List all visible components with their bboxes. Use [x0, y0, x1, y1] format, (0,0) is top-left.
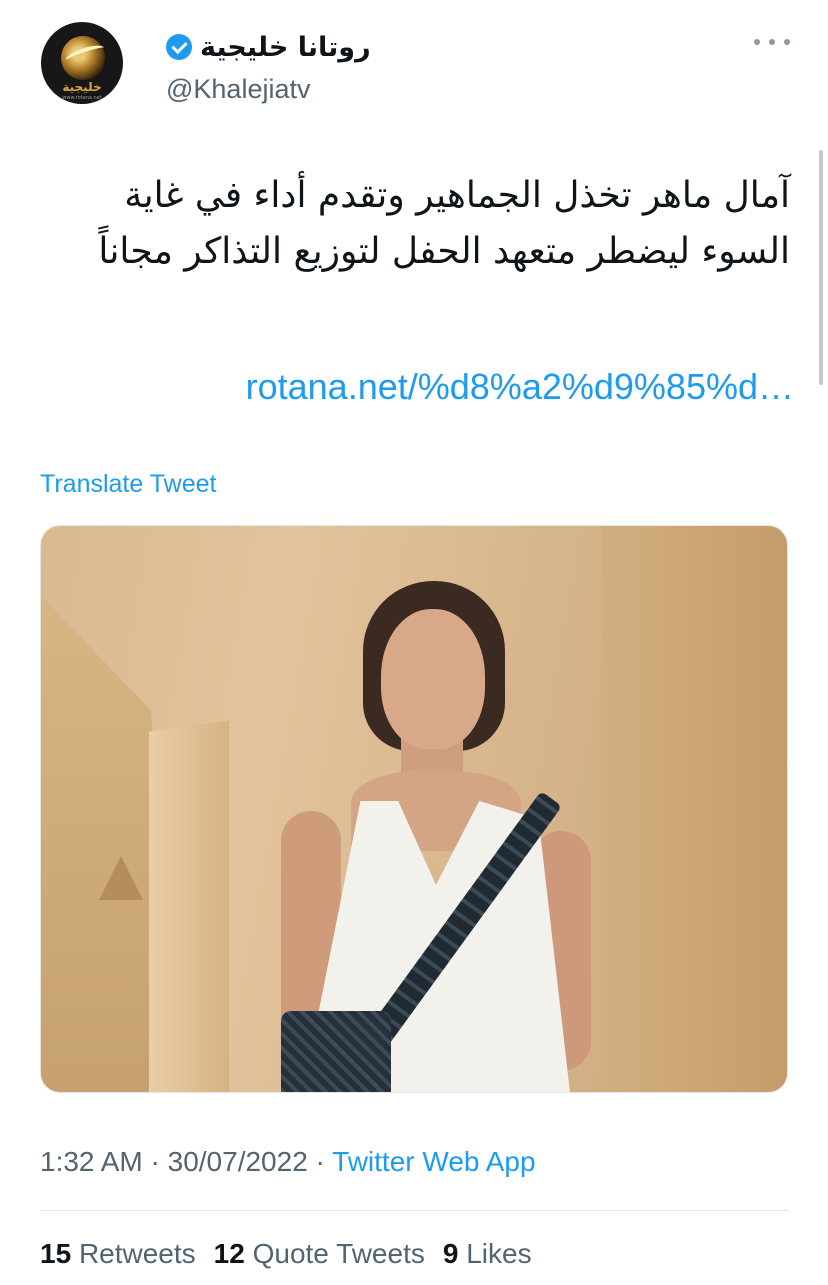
tweet-meta: 1:32 AM · 30/07/2022 · Twitter Web App: [40, 1146, 536, 1178]
avatar-logo-sub: www.rotana.net: [62, 95, 102, 101]
retweets-stat[interactable]: 15 Retweets: [40, 1238, 196, 1270]
photo-pillar-notch: [99, 856, 143, 900]
photo-bag: [281, 1011, 391, 1092]
user-handle[interactable]: @Khalejiatv: [166, 74, 310, 105]
tweet-text: آمال ماهر تخذل الجماهير وتقدم أداء في غا…: [98, 175, 790, 272]
likes-stat[interactable]: 9 Likes: [443, 1238, 532, 1270]
meta-separator: ·: [150, 1146, 160, 1177]
meta-separator: ·: [315, 1146, 325, 1177]
tweet-source-app[interactable]: Twitter Web App: [332, 1146, 535, 1177]
photo-wall-right: [601, 526, 787, 1092]
scrollbar[interactable]: [819, 150, 823, 385]
tweet-link[interactable]: rotana.net/%d8%a2%d9%85%d…: [134, 366, 794, 408]
quote-tweets-count: 12: [213, 1238, 245, 1269]
tweet-date[interactable]: 30/07/2022: [168, 1146, 308, 1177]
dot: [754, 39, 760, 45]
avatar[interactable]: خليجية www.rotana.net: [41, 22, 123, 104]
tweet-header: خليجية www.rotana.net روتانا خليجية @Kha…: [0, 0, 828, 140]
photo-person: [241, 581, 601, 1092]
photo-face: [381, 609, 485, 749]
tweet-time[interactable]: 1:32 AM: [40, 1146, 143, 1177]
likes-label: Likes: [466, 1238, 532, 1269]
photo-pillar: [149, 720, 229, 1092]
avatar-logo-text: خليجية: [62, 80, 102, 94]
more-options-icon[interactable]: [754, 32, 790, 52]
display-name[interactable]: روتانا خليجية: [200, 32, 371, 63]
dot: [784, 39, 790, 45]
verified-badge-icon: [166, 34, 192, 60]
translate-tweet-link[interactable]: Translate Tweet: [40, 470, 216, 499]
divider: [40, 1210, 788, 1211]
quote-tweets-stat[interactable]: 12 Quote Tweets: [214, 1238, 425, 1270]
dot: [769, 39, 775, 45]
tweet-media-photo[interactable]: [40, 525, 788, 1093]
retweets-count: 15: [40, 1238, 72, 1269]
retweets-label: Retweets: [78, 1238, 196, 1269]
likes-count: 9: [442, 1238, 459, 1269]
quote-tweets-label: Quote Tweets: [252, 1238, 425, 1269]
display-name-row[interactable]: روتانا خليجية: [166, 30, 371, 64]
tweet-stats: 15 Retweets 12 Quote Tweets 9 Likes: [40, 1238, 532, 1270]
